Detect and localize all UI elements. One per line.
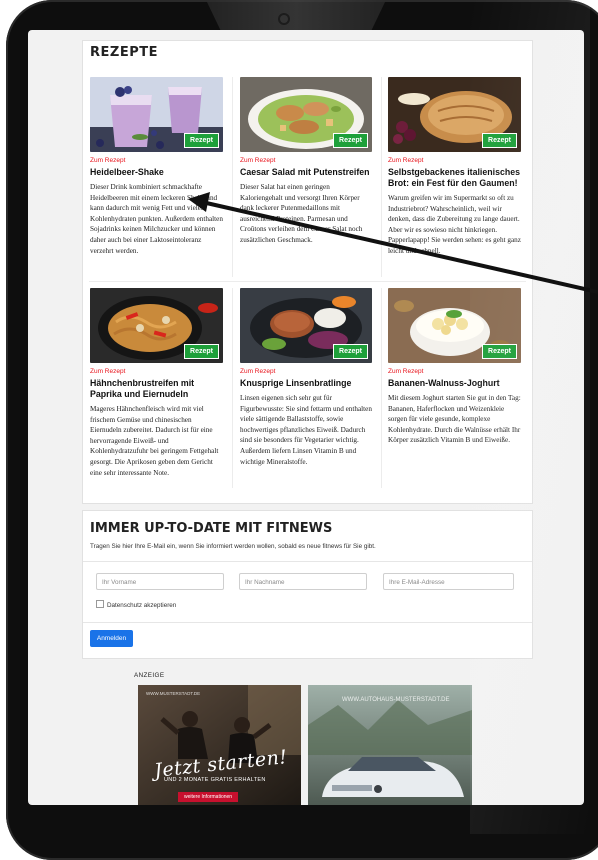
recipe-card-bananen-walnuss-joghurt[interactable]: Rezept Zum Rezept Bananen-Walnuss-Joghur… [388, 288, 521, 446]
recipe-description: Dieser Drink kombiniert schmackhafte Hei… [90, 183, 223, 255]
divider [83, 622, 532, 623]
recipe-link[interactable]: Zum Rezept [240, 368, 372, 375]
recipe-title[interactable]: Bananen-Walnuss-Joghurt [388, 378, 521, 389]
email-input[interactable]: Ihre E-Mail-Adresse [383, 573, 514, 590]
recipe-link[interactable]: Zum Rezept [90, 157, 223, 164]
recipes-section: REZEPTE Rezept Zum Rezept Heidelbeer-Sha… [82, 40, 533, 504]
ad-label: ANZEIGE [134, 672, 165, 679]
column-divider [381, 288, 382, 488]
recipe-card-linsenbratlinge[interactable]: Rezept Zum Rezept Knusprige Linsenbratli… [240, 288, 372, 467]
recipe-image[interactable]: Rezept [90, 77, 223, 152]
firstname-input[interactable]: Ihr Vorname [96, 573, 224, 590]
recipe-badge[interactable]: Rezept [333, 133, 368, 148]
section-title: REZEPTE [90, 45, 158, 60]
car-ad-banner[interactable]: WWW.AUTOHAUS-MUSTERSTADT.DE [308, 685, 472, 805]
recipe-link[interactable]: Zum Rezept [388, 157, 521, 164]
recipe-description: Linsen eigenen sich sehr gut für Figurbe… [240, 394, 372, 466]
recipe-image[interactable]: Rezept [388, 288, 521, 363]
recipe-link[interactable]: Zum Rezept [388, 368, 521, 375]
camera-icon [280, 15, 288, 23]
recipe-image[interactable]: Rezept [388, 77, 521, 152]
ad-more-info-button[interactable]: weitere Informationen [178, 792, 239, 802]
column-divider [232, 77, 233, 277]
privacy-checkbox-row[interactable]: Datenschutz akzeptieren [96, 600, 176, 609]
recipe-description: Warum greifen wir im Supermarkt so oft z… [388, 194, 521, 255]
ad-subline: UND 2 MONATE GRATIS ERHALTEN [164, 777, 266, 783]
car-ad-image [308, 685, 472, 805]
recipe-image[interactable]: Rezept [90, 288, 223, 363]
recipe-badge[interactable]: Rezept [184, 133, 219, 148]
ad-url: WWW.MUSTERSTADT.DE [146, 691, 201, 696]
recipe-link[interactable]: Zum Rezept [90, 368, 223, 375]
recipe-badge[interactable]: Rezept [333, 344, 368, 359]
bezel-highlight [206, 0, 386, 30]
newsletter-section: IMMER UP-TO-DATE MIT FITNEWS Tragen Sie … [82, 510, 533, 659]
tablet-screen: REZEPTE Rezept Zum Rezept Heidelbeer-Sha… [28, 30, 584, 805]
recipe-link[interactable]: Zum Rezept [240, 157, 372, 164]
recipe-badge[interactable]: Rezept [482, 344, 517, 359]
recipe-card-caesar-salad[interactable]: Rezept Zum Rezept Caesar Salad mit Puten… [240, 77, 372, 246]
recipe-title[interactable]: Caesar Salad mit Putenstreifen [240, 167, 372, 178]
recipe-badge[interactable]: Rezept [184, 344, 219, 359]
privacy-checkbox[interactable] [96, 600, 104, 608]
recipe-description: Mageres Hähnchenfleisch wird mit viel fr… [90, 405, 219, 477]
ad-url: WWW.AUTOHAUS-MUSTERSTADT.DE [342, 697, 450, 703]
recipe-title[interactable]: Hähnchenbrustreifen mit Paprika und Eier… [90, 378, 223, 400]
recipe-image[interactable]: Rezept [240, 77, 372, 152]
recipe-title[interactable]: Heidelbeer-Shake [90, 167, 223, 178]
fitness-ad-banner[interactable]: WWW.MUSTERSTADT.DE Jetzt starten! UND 2 … [138, 685, 301, 805]
row-divider [89, 281, 526, 282]
privacy-label: Datenschutz akzeptieren [107, 602, 177, 609]
newsletter-subtitle: Tragen Sie hier Ihre E-Mail ein, wenn Si… [90, 543, 376, 550]
newsletter-title: IMMER UP-TO-DATE MIT FITNEWS [90, 521, 333, 536]
recipe-badge[interactable]: Rezept [482, 133, 517, 148]
lastname-input[interactable]: Ihr Nachname [239, 573, 367, 590]
recipe-image[interactable]: Rezept [240, 288, 372, 363]
recipe-title[interactable]: Selbstgebackenes italienisches Brot: ein… [388, 167, 521, 189]
recipe-title[interactable]: Knusprige Linsenbratlinge [240, 378, 372, 389]
recipe-description: Dieser Salat hat einen geringen Kalorien… [240, 183, 363, 244]
recipe-description: Mit diesem Joghurt starten Sie gut in de… [388, 394, 521, 445]
recipe-card-heidelbeer-shake[interactable]: Rezept Zum Rezept Heidelbeer-Shake Diese… [90, 77, 223, 256]
subscribe-button[interactable]: Anmelden [90, 630, 133, 647]
divider [83, 561, 532, 562]
recipe-card-italienisches-brot[interactable]: Rezept Zum Rezept Selbstgebackenes itali… [388, 77, 521, 257]
column-divider [381, 77, 382, 277]
column-divider [232, 288, 233, 488]
fitness-ad-image [138, 685, 301, 805]
recipe-card-haehnchenbrust[interactable]: Rezept Zum Rezept Hähnchenbrustreifen mi… [90, 288, 223, 478]
